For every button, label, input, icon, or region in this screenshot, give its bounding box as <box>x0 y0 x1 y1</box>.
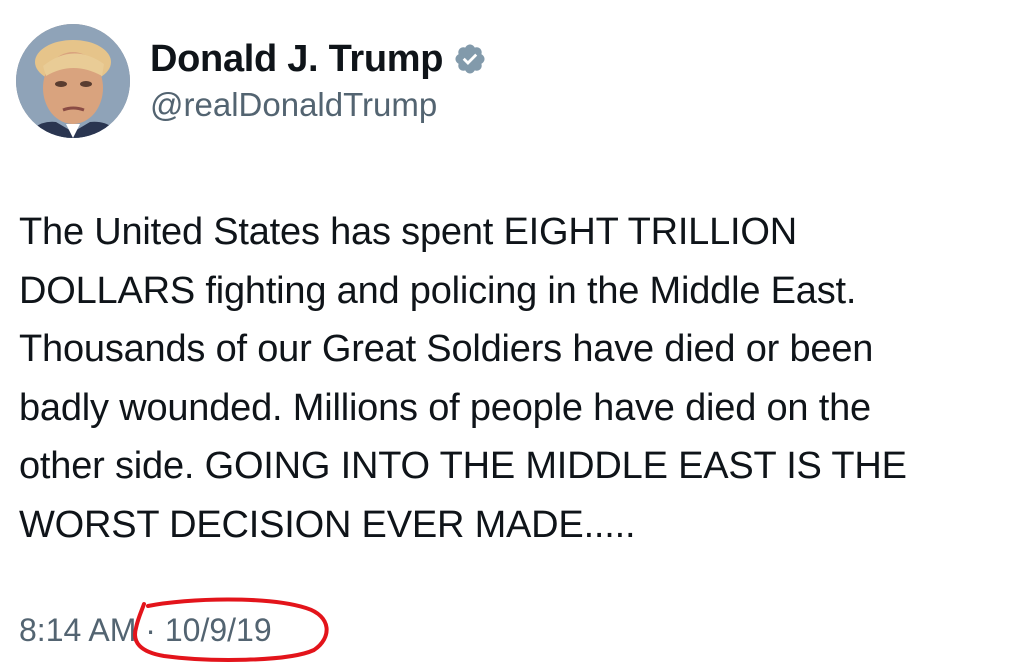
author-avatar[interactable] <box>16 24 130 138</box>
author-handle[interactable]: @realDonaldTrump <box>150 86 437 124</box>
tweet-card: Donald J. Trump @realDonaldTrump The Uni… <box>0 0 1024 664</box>
author-display-name[interactable]: Donald J. Trump <box>150 38 444 81</box>
tweet-date[interactable]: 10/9/19 <box>165 612 272 648</box>
tweet-time[interactable]: 8:14 AM <box>19 612 136 648</box>
verified-badge-icon[interactable] <box>453 42 487 76</box>
tweet-text-line: badly wounded. Millions of people have d… <box>19 386 871 429</box>
tweet-text-line: The United States has spent EIGHT TRILLI… <box>19 211 798 253</box>
author-name-row: Donald J. Trump <box>150 34 487 84</box>
tweet-text-line: DOLLARS fighting and policing in the Mid… <box>19 269 857 312</box>
avatar-photo-icon <box>16 24 130 138</box>
tweet-text: The United States has spent EIGHT TRILLI… <box>19 203 1014 554</box>
tweet-text-line: Thousands of our Great Soldiers have die… <box>19 328 874 370</box>
tweet-text-line: other side. GOING INTO THE MIDDLE EAST I… <box>19 445 907 487</box>
timestamp-separator: · <box>136 612 165 648</box>
tweet-timestamp: 8:14 AM · 10/9/19 <box>19 612 272 649</box>
tweet-text-line: WORST DECISION EVER MADE..... <box>19 503 636 546</box>
